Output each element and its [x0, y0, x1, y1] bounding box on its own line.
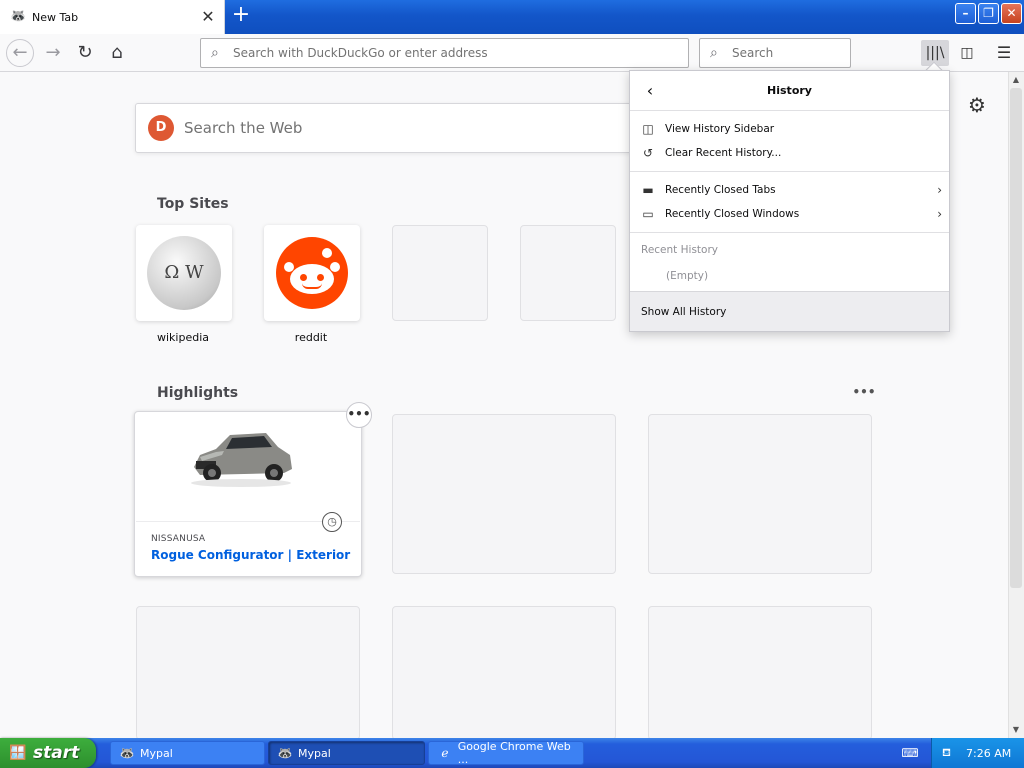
highlight-card-empty — [392, 606, 616, 740]
taskbar-item-label: Mypal — [298, 746, 331, 760]
close-tab-icon[interactable]: ✕ — [198, 7, 218, 27]
search-icon: ⌕ — [710, 45, 718, 61]
recent-history-label: Recent History — [641, 244, 718, 256]
url-bar[interactable]: ⌕ Search with DuckDuckGo or enter addres… — [200, 38, 689, 68]
url-bar-placeholder: Search with DuckDuckGo or enter address — [233, 46, 488, 60]
start-label: start — [33, 743, 80, 763]
card-more-icon[interactable]: ••• — [346, 402, 372, 428]
forward-button[interactable]: → — [40, 40, 66, 66]
sidebar-toggle-button[interactable]: ◫ — [955, 40, 979, 66]
tab-title: New Tab — [32, 10, 79, 24]
clock-icon: ◷ — [322, 512, 342, 532]
top-site-label: reddit — [294, 331, 328, 344]
menu-item-label: View History Sidebar — [665, 123, 775, 135]
minimize-button[interactable]: – — [955, 3, 976, 24]
highlights-more-icon[interactable]: ••• — [852, 382, 876, 402]
clear-recent-history-item[interactable]: ↺ Clear Recent History... — [640, 142, 942, 164]
taskbar-item-mypal-active[interactable]: 🦝 Mypal — [268, 741, 425, 765]
reddit-snoo-head — [290, 264, 334, 294]
taskbar-item-chrome-web-store[interactable]: ℯ Google Chrome Web ... — [428, 740, 584, 766]
taskbar-item-mypal[interactable]: 🦝 Mypal — [110, 741, 265, 765]
highlight-card-empty — [136, 606, 360, 740]
scroll-up-arrow[interactable]: ▲ — [1008, 72, 1024, 88]
panel-divider — [630, 110, 949, 111]
reload-button[interactable]: ↻ — [72, 40, 98, 66]
reddit-snoo-ear — [330, 262, 340, 272]
show-all-history-button[interactable]: Show All History — [630, 291, 949, 331]
highlight-card-empty — [648, 414, 872, 574]
duckduckgo-icon: D — [148, 115, 174, 141]
mypal-icon: 🦝 — [10, 9, 27, 24]
network-icon[interactable]: ⛾ — [942, 745, 958, 761]
restore-button[interactable]: ❐ — [978, 3, 999, 24]
wikipedia-icon: Ω W — [147, 236, 221, 310]
top-site-empty — [392, 225, 488, 321]
sidebar-icon: ◫ — [642, 122, 654, 136]
top-site-empty — [520, 225, 616, 321]
gear-icon[interactable]: ⚙ — [964, 92, 990, 118]
top-site-label: wikipedia — [156, 331, 209, 344]
history-icon: ↺ — [642, 146, 654, 160]
back-chevron-icon[interactable]: ‹ — [640, 81, 660, 101]
panel-divider — [630, 171, 949, 172]
menu-item-label: Clear Recent History... — [665, 147, 782, 159]
highlight-domain: NISSANUSA — [151, 534, 206, 544]
reddit-snoo-mouth — [302, 283, 322, 289]
search-bar-placeholder: Search — [732, 46, 774, 60]
clock-text: 7:26 AM — [966, 746, 1012, 760]
keyboard-icon[interactable]: ⌨ — [900, 744, 920, 762]
highlight-title[interactable]: Rogue Configurator | Exterior | ... — [151, 548, 351, 562]
tab-new-tab[interactable]: 🦝 New Tab ✕ — [0, 0, 225, 34]
menu-item-label: Recently Closed Tabs — [665, 184, 776, 196]
new-tab-button[interactable]: + — [229, 4, 253, 28]
search-bar[interactable]: ⌕ Search — [699, 38, 851, 68]
web-search-placeholder: Search the Web — [184, 119, 303, 137]
start-button[interactable]: 🪟 start — [0, 738, 96, 768]
panel-title: History — [767, 84, 812, 97]
system-tray: ⛾ 7:26 AM — [931, 738, 1024, 768]
menu-item-label: Recently Closed Windows — [665, 208, 800, 220]
empty-history-label: (Empty) — [666, 270, 709, 282]
scrollbar-thumb[interactable] — [1010, 88, 1022, 588]
back-button[interactable]: ← — [6, 39, 34, 67]
internet-explorer-icon: ℯ — [441, 746, 449, 760]
hat-icon: ▬ — [642, 183, 654, 197]
reddit-snoo-eye — [300, 274, 307, 281]
top-sites-title: Top Sites — [157, 196, 229, 212]
taskbar-item-label: Mypal — [140, 746, 173, 760]
mypal-icon: 🦝 — [119, 746, 135, 760]
highlight-card-empty — [648, 606, 872, 740]
close-window-button[interactable]: ✕ — [1001, 3, 1022, 24]
recently-closed-windows-item[interactable]: ▭ Recently Closed Windows › — [640, 203, 942, 225]
chevron-right-icon: › — [937, 183, 942, 197]
recently-closed-tabs-item[interactable]: ▬ Recently Closed Tabs › — [640, 179, 942, 201]
taskbar-item-label: Google Chrome Web ... — [457, 740, 571, 766]
search-icon: ⌕ — [211, 45, 219, 61]
car-thumbnail-image — [191, 433, 292, 487]
home-button[interactable]: ⌂ — [104, 40, 130, 66]
chevron-right-icon: › — [937, 207, 942, 221]
window-icon: ▭ — [642, 207, 654, 221]
reddit-snoo-antenna — [322, 248, 332, 258]
panel-divider — [630, 232, 949, 233]
web-search-box[interactable]: D Search the Web — [135, 103, 640, 153]
highlight-card-empty — [392, 414, 616, 574]
reddit-snoo-eye — [317, 274, 324, 281]
view-history-sidebar-item[interactable]: ◫ View History Sidebar — [640, 118, 942, 140]
windows-flag-icon: 🪟 — [9, 745, 27, 761]
mypal-icon: 🦝 — [277, 746, 293, 760]
highlights-title: Highlights — [157, 385, 239, 401]
menu-button[interactable]: ☰ — [991, 40, 1017, 66]
scroll-down-arrow[interactable]: ▼ — [1008, 722, 1024, 738]
